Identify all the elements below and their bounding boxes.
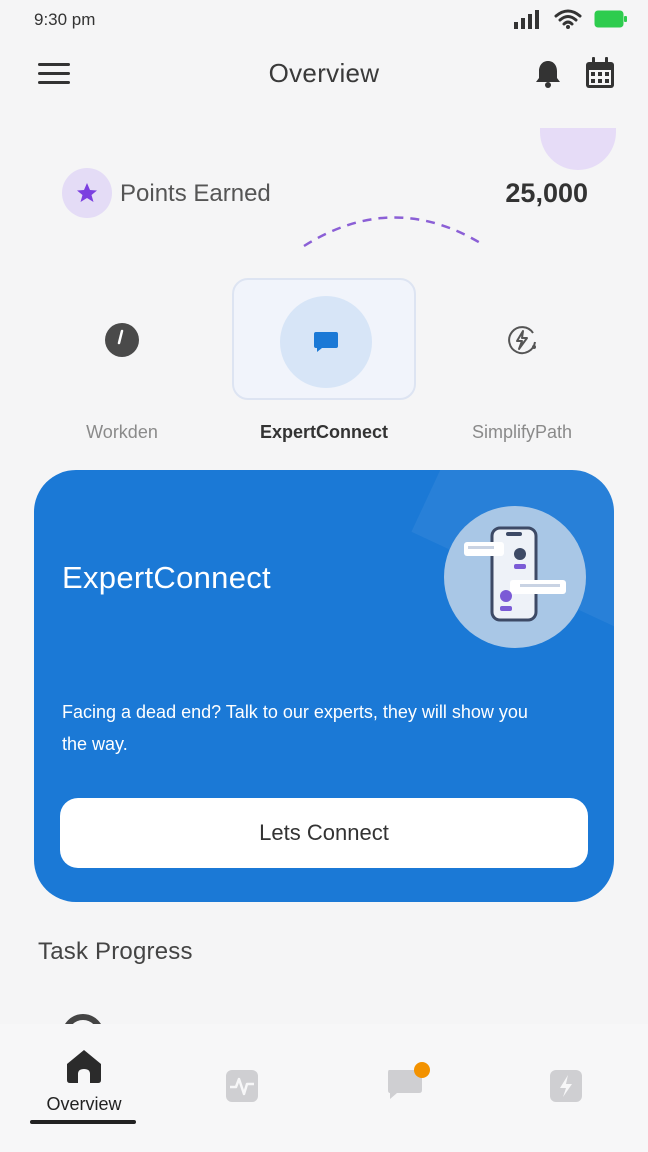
promo-description: Facing a dead end? Talk to our experts, …: [62, 702, 528, 754]
clock-icon: [105, 323, 139, 357]
chat-icon: [314, 332, 338, 352]
tab-label: Workden: [86, 422, 158, 442]
status-bar: 9:30 pm: [0, 0, 648, 40]
decorative-dashed-arc: [303, 216, 483, 248]
app-header: Overview: [0, 40, 648, 108]
tab-workden[interactable]: Workden: [30, 278, 214, 448]
star-badge: [62, 168, 112, 218]
decorative-shape: [540, 128, 616, 170]
status-icons: [514, 8, 628, 30]
nav-messages[interactable]: [382, 1062, 430, 1102]
tab-card: [430, 278, 614, 400]
points-earned-row: Points Earned 25,000: [0, 128, 648, 258]
energy-icon: [550, 1070, 582, 1102]
tab-icon-wrap: [280, 296, 372, 388]
tab-icon-wrap: [476, 294, 568, 386]
tab-simplifypath[interactable]: SimplifyPath: [430, 278, 614, 448]
tab-label: ExpertConnect: [259, 422, 389, 442]
task-progress-title: Task Progress: [38, 938, 193, 965]
signal-icon: [514, 10, 539, 29]
activity-icon: [226, 1070, 258, 1102]
wifi-icon: [554, 9, 582, 29]
status-time: 9:30 pm: [34, 10, 96, 29]
home-icon: [67, 1050, 101, 1083]
tab-card: [30, 278, 214, 400]
nav-activity[interactable]: [220, 1068, 264, 1104]
lets-connect-button[interactable]: Lets Connect: [60, 798, 588, 868]
nav-overview[interactable]: Overview: [32, 1048, 136, 1115]
product-tabs: Workden ExpertConnect SimplifyPath: [0, 278, 648, 448]
nav-energy[interactable]: [544, 1068, 588, 1104]
phone-illustration-svg: [464, 526, 566, 622]
expertconnect-promo-card: ExpertConnect Facing a dead end? Talk to…: [34, 470, 614, 902]
nav-label: Overview: [46, 1094, 122, 1114]
star-icon: [77, 183, 97, 202]
calendar-icon[interactable]: [584, 56, 616, 90]
tab-card: [232, 278, 416, 400]
notification-bell-icon[interactable]: [532, 58, 564, 90]
battery-icon: [594, 10, 627, 28]
tab-expertconnect[interactable]: ExpertConnect: [232, 278, 416, 448]
points-value: 25,000: [505, 178, 588, 208]
phone-chat-illustration: [444, 506, 586, 648]
notification-badge: [414, 1062, 430, 1078]
points-label: Points Earned: [120, 180, 271, 207]
active-nav-indicator: [30, 1120, 136, 1124]
promo-title: ExpertConnect: [62, 560, 271, 595]
tab-icon-wrap: [76, 294, 168, 386]
bottom-nav: Overview: [0, 1024, 648, 1152]
lightning-icon: [508, 326, 536, 355]
tab-label: SimplifyPath: [471, 422, 573, 442]
